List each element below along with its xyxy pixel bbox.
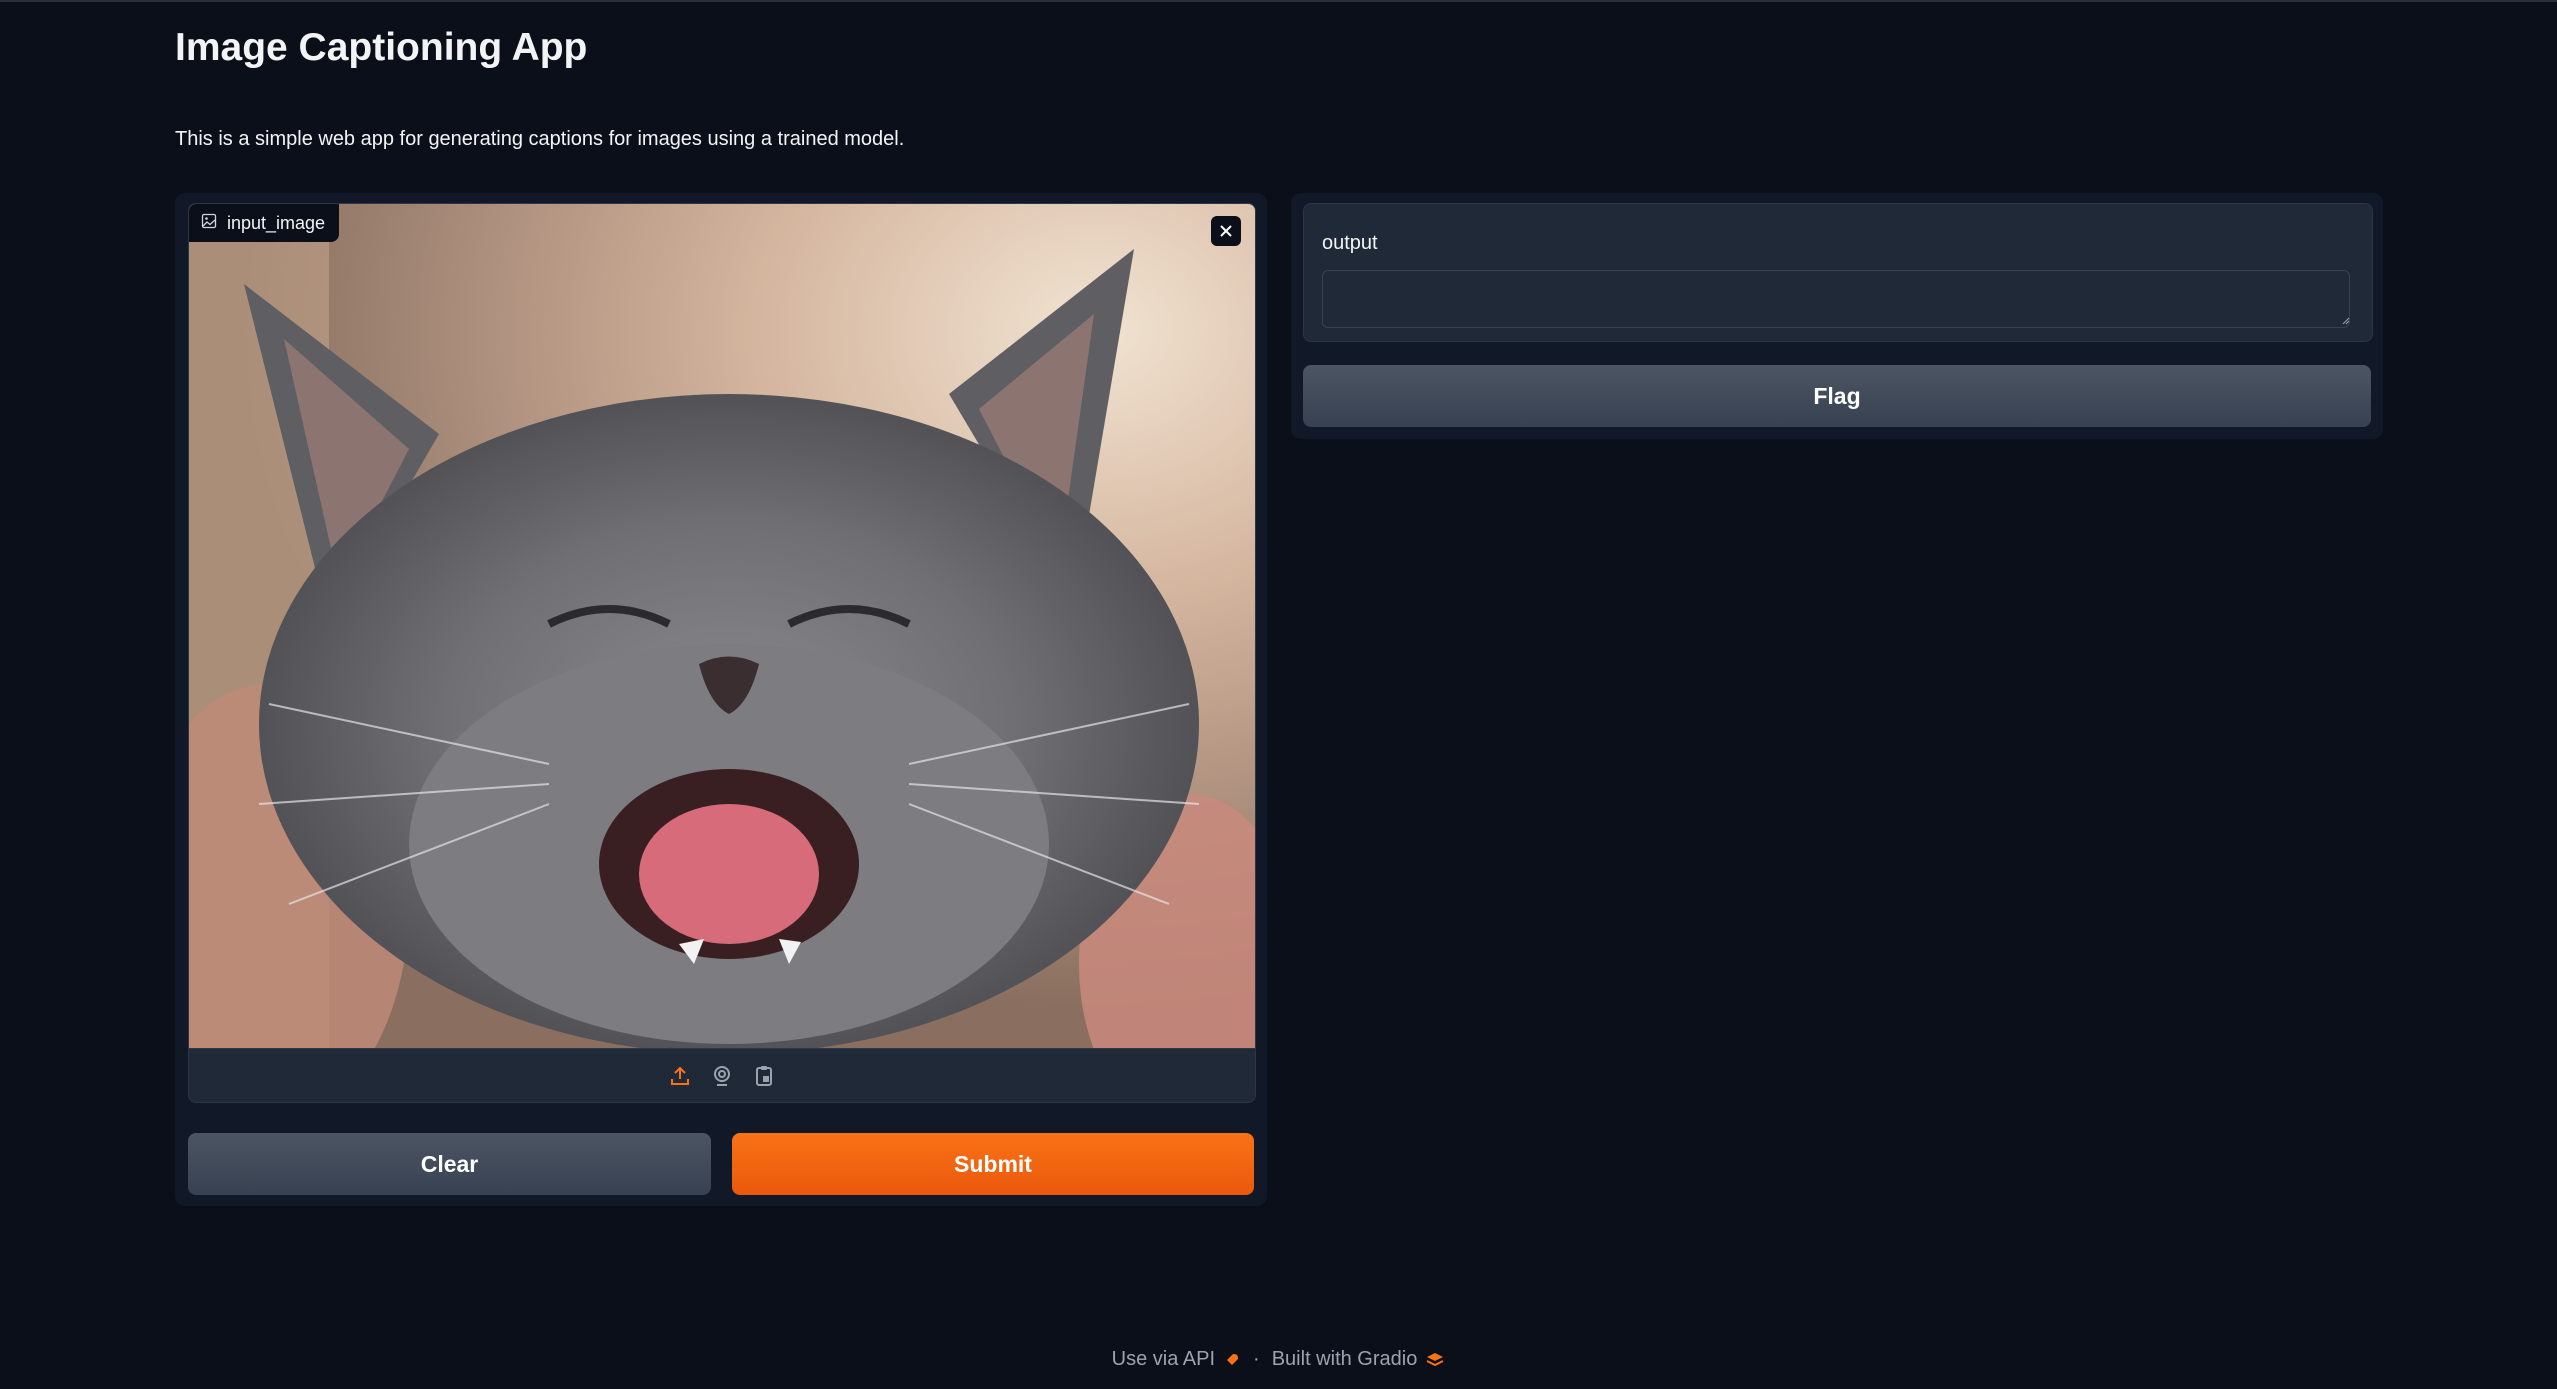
- flag-button[interactable]: Flag: [1303, 365, 2371, 427]
- close-icon: [1220, 225, 1232, 237]
- image-icon: [201, 213, 217, 234]
- cat-photo: [189, 204, 1255, 1048]
- output-label: output: [1322, 232, 1378, 254]
- page-description: This is a simple web app for generating …: [175, 128, 905, 150]
- upload-icon[interactable]: [666, 1062, 694, 1090]
- output-panel: output Flag: [1291, 193, 2383, 439]
- output-block: output: [1303, 203, 2373, 342]
- image-label-tag: input_image: [189, 204, 340, 242]
- footer-separator: ·: [1253, 1348, 1260, 1370]
- clipboard-icon[interactable]: [750, 1062, 778, 1090]
- use-via-api-link[interactable]: Use via API: [1112, 1348, 1241, 1371]
- top-border: [0, 0, 2557, 2]
- image-source-toolbar: [189, 1048, 1255, 1102]
- rocket-icon: [1226, 1353, 1239, 1366]
- built-with-gradio-label: Built with Gradio: [1271, 1348, 1418, 1370]
- clear-image-button[interactable]: [1211, 216, 1241, 246]
- footer: Use via API · Built with Gradio: [0, 1348, 2557, 1371]
- use-via-api-label: Use via API: [1111, 1348, 1216, 1370]
- uploaded-image[interactable]: [189, 204, 1255, 1048]
- clear-button[interactable]: Clear: [188, 1133, 711, 1195]
- gradio-logo-icon: [1426, 1352, 1444, 1366]
- output-textbox[interactable]: [1322, 270, 2350, 328]
- image-label: input_image: [227, 212, 326, 233]
- built-with-gradio-link[interactable]: Built with Gradio: [1272, 1348, 1446, 1371]
- submit-button[interactable]: Submit: [732, 1133, 1254, 1195]
- webcam-icon[interactable]: [708, 1062, 736, 1090]
- resize-grip-icon[interactable]: [2340, 315, 2350, 325]
- image-input-block: input_image: [188, 203, 1256, 1103]
- input-panel: input_image Clear Submit: [175, 193, 1267, 1206]
- page-title: Image Captioning App: [175, 26, 588, 69]
